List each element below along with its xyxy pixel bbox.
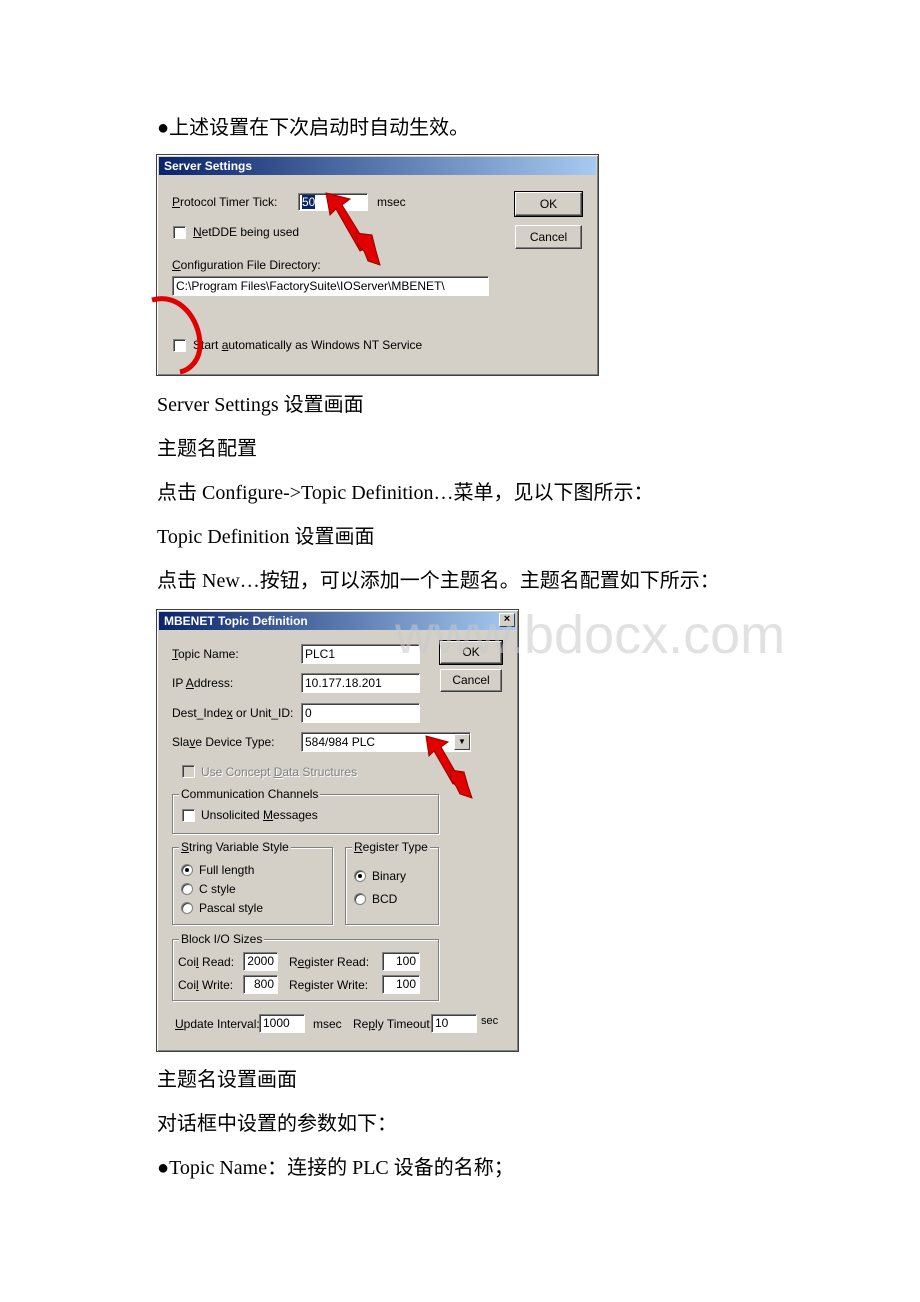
coil-read-input[interactable]: 2000	[243, 952, 278, 971]
register-read-input[interactable]: 100	[382, 952, 420, 971]
string-style-title: String Variable Style	[179, 840, 291, 854]
protocol-timer-tick-input[interactable]: 50	[298, 193, 368, 211]
config-dir-input[interactable]: C:\Program Files\FactorySuite\IOServer\M…	[172, 276, 489, 296]
radio-binary[interactable]	[354, 870, 366, 882]
update-interval-label: Update Interval:	[175, 1017, 260, 1031]
config-dir-label: Configuration File Directory:	[172, 258, 321, 272]
register-write-input[interactable]: 100	[382, 975, 420, 994]
dialog-title: Server Settings	[159, 157, 596, 175]
server-settings-dialog: Server Settings Protocol Timer Tick: 50 …	[156, 154, 599, 376]
reply-timeout-label: Reply Timeout:	[353, 1017, 434, 1031]
register-write-label: Register Write:	[289, 978, 369, 992]
update-interval-input[interactable]: 1000	[259, 1014, 305, 1033]
coil-write-input[interactable]: 800	[243, 975, 278, 994]
update-interval-unit: msec	[313, 1017, 342, 1031]
slave-device-label: Slave Device Type:	[172, 735, 275, 749]
topic-name-label: Topic Name:	[172, 647, 239, 661]
topic-definition-dialog: MBENET Topic Definition × Topic Name: PL…	[156, 609, 519, 1052]
reply-timeout-input[interactable]: 10	[431, 1014, 477, 1033]
use-concept-label: Use Concept Data Structures	[201, 765, 358, 779]
dest-index-input[interactable]: 0	[301, 703, 420, 723]
c-style-label: C style	[199, 882, 236, 896]
netdde-checkbox[interactable]	[173, 226, 186, 239]
bullet-topic-name: ●Topic Name：连接的 PLC 设备的名称；	[157, 1157, 514, 1179]
radio-pascal-style[interactable]	[181, 902, 193, 914]
comm-channels-title: Communication Channels	[179, 787, 321, 801]
dialog-title: MBENET Topic Definition	[159, 612, 516, 630]
start-service-checkbox[interactable]	[173, 339, 186, 352]
bullet-auto-effect: ●上述设置在下次启动时自动生效。	[157, 117, 470, 139]
binary-label: Binary	[372, 869, 407, 883]
coil-read-label: Coil Read:	[178, 955, 235, 969]
close-icon[interactable]: ×	[499, 613, 515, 627]
caption-server-settings: Server Settings 设置画面	[157, 394, 364, 416]
msec-unit-label: msec	[377, 195, 406, 209]
cancel-button[interactable]: Cancel	[440, 669, 502, 692]
cancel-button[interactable]: Cancel	[515, 225, 582, 249]
paragraph-new-button: 点击 New…按钮，可以添加一个主题名。主题名配置如下所示：	[157, 570, 720, 592]
register-type-title: Register Type	[352, 840, 430, 854]
chevron-down-icon[interactable]: ▼	[454, 734, 470, 750]
bcd-label: BCD	[372, 892, 398, 906]
unsolicited-label: Unsolicited Messages	[201, 808, 318, 822]
radio-bcd[interactable]	[354, 893, 366, 905]
paragraph-configure-menu: 点击 Configure->Topic Definition…菜单，见以下图所示…	[157, 482, 654, 504]
radio-full-length[interactable]	[181, 864, 193, 876]
coil-write-label: Coil Write:	[178, 978, 234, 992]
paragraph-dialog-params: 对话框中设置的参数如下：	[157, 1113, 397, 1135]
full-length-label: Full length	[199, 863, 255, 877]
protocol-timer-tick-label: Protocol Timer Tick:	[172, 195, 278, 209]
register-read-label: Register Read:	[289, 955, 370, 969]
radio-c-style[interactable]	[181, 883, 193, 895]
block-io-title: Block I/O Sizes	[179, 932, 265, 946]
heading-topic-config: 主题名配置	[157, 438, 257, 460]
ok-button[interactable]: OK	[439, 640, 503, 665]
ip-address-label: IP Address:	[172, 676, 234, 690]
unsolicited-checkbox[interactable]	[182, 809, 195, 822]
reply-timeout-unit: sec	[481, 1015, 499, 1027]
ok-button[interactable]: OK	[514, 191, 583, 217]
use-concept-checkbox[interactable]	[182, 765, 195, 778]
ip-address-input[interactable]: 10.177.18.201	[301, 673, 420, 693]
netdde-label: NetDDE being used	[193, 225, 300, 239]
start-service-label: Start automatically as Windows NT Servic…	[193, 338, 423, 352]
topic-name-input[interactable]: PLC1	[301, 644, 420, 664]
dest-index-label: Dest_Index or Unit_ID:	[172, 706, 294, 720]
caption-topic-settings: 主题名设置画面	[157, 1069, 297, 1091]
register-type-group: Register Type	[345, 840, 439, 925]
caption-topic-definition: Topic Definition 设置画面	[157, 526, 375, 548]
slave-device-select[interactable]: 584/984 PLC	[301, 732, 471, 752]
pascal-style-label: Pascal style	[199, 901, 264, 915]
